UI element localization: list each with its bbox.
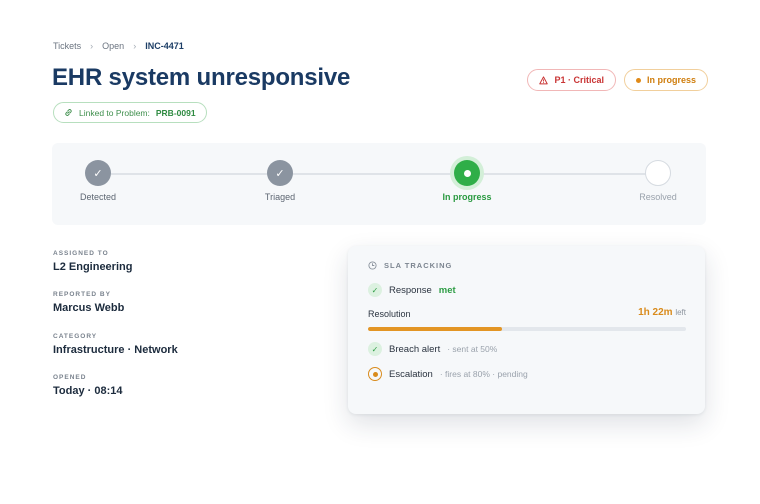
status-badge[interactable]: In progress bbox=[623, 69, 708, 91]
sla-resolution-label: Resolution bbox=[368, 309, 411, 319]
detail-key: CATEGORY bbox=[53, 333, 98, 340]
step-label: In progress bbox=[442, 192, 492, 202]
sla-breach-note: · sent at 50% bbox=[447, 344, 498, 354]
alert-triangle-icon bbox=[539, 75, 549, 84]
status-label: In progress bbox=[646, 75, 696, 85]
breadcrumb-tickets[interactable]: Tickets bbox=[53, 41, 81, 51]
linked-problem-chip[interactable]: Linked to Problem: PRB-0091 bbox=[53, 102, 207, 123]
pending-step-icon bbox=[645, 160, 671, 186]
pending-icon bbox=[368, 367, 382, 381]
detail-reported: REPORTED BY Marcus Webb bbox=[53, 291, 124, 314]
page-title: EHR system unresponsive bbox=[52, 64, 351, 91]
current-step-icon bbox=[454, 160, 480, 186]
chevron-right-icon: › bbox=[133, 41, 137, 51]
sla-tracking-card: SLA TRACKING ✓ Response met Resolution 1… bbox=[348, 246, 705, 414]
detail-value: L2 Engineering bbox=[53, 261, 133, 273]
status-badges: P1 · Critical In progress bbox=[527, 69, 708, 91]
progress-stepper: ✓ Detected ✓ Triaged In progress Resolve… bbox=[52, 143, 706, 225]
detail-key: REPORTED BY bbox=[53, 291, 111, 298]
step-resolved[interactable]: Resolved bbox=[608, 160, 708, 202]
status-dot-icon bbox=[635, 77, 641, 83]
check-icon: ✓ bbox=[267, 160, 293, 186]
detail-key: ASSIGNED TO bbox=[53, 250, 109, 257]
step-label: Detected bbox=[79, 192, 117, 202]
linked-problem-label: Linked to Problem: bbox=[79, 107, 150, 118]
step-label: Resolved bbox=[639, 192, 677, 202]
breadcrumb-current: INC-4471 bbox=[145, 41, 184, 51]
step-label: Triaged bbox=[264, 192, 296, 202]
sla-resolution-progress bbox=[368, 327, 686, 331]
check-icon: ✓ bbox=[85, 160, 111, 186]
priority-label: P1 · Critical bbox=[554, 75, 604, 85]
sla-escalation-label: Escalation bbox=[389, 368, 433, 380]
sla-time-remaining: 1h 22m bbox=[638, 307, 673, 318]
clock-icon bbox=[368, 261, 377, 270]
linked-problem-id: PRB-0091 bbox=[155, 107, 196, 118]
detail-opened: OPENED Today · 08:14 bbox=[53, 374, 123, 397]
sla-breach-label: Breach alert bbox=[389, 343, 441, 355]
sla-response-label: Response bbox=[389, 284, 432, 296]
sla-resolution-time: 1h 22m left bbox=[638, 307, 686, 318]
sla-breach-row: ✓ Breach alert · sent at 50% bbox=[368, 342, 497, 356]
sla-escalation-note: · fires at 80% · pending bbox=[439, 369, 528, 379]
sla-progress-fill bbox=[368, 327, 502, 331]
breadcrumb-open[interactable]: Open bbox=[102, 41, 124, 51]
sla-header: SLA TRACKING bbox=[368, 261, 452, 270]
sla-response-row: ✓ Response met bbox=[368, 283, 456, 297]
check-icon: ✓ bbox=[368, 283, 382, 297]
check-icon: ✓ bbox=[368, 342, 382, 356]
detail-value: Marcus Webb bbox=[53, 302, 125, 314]
detail-value: Infrastructure · Network bbox=[53, 344, 178, 356]
step-in-progress[interactable]: In progress bbox=[417, 160, 517, 202]
priority-badge[interactable]: P1 · Critical bbox=[527, 69, 616, 91]
sla-time-suffix: left bbox=[675, 308, 686, 317]
detail-assigned: ASSIGNED TO L2 Engineering bbox=[53, 250, 132, 273]
link-icon bbox=[65, 109, 72, 116]
step-triaged[interactable]: ✓ Triaged bbox=[230, 160, 330, 202]
detail-value: Today · 08:14 bbox=[53, 385, 123, 397]
detail-key: OPENED bbox=[53, 374, 87, 381]
step-detected[interactable]: ✓ Detected bbox=[48, 160, 148, 202]
breadcrumb: Tickets › Open › INC-4471 bbox=[53, 41, 184, 51]
detail-category: CATEGORY Infrastructure · Network bbox=[53, 333, 178, 356]
chevron-right-icon: › bbox=[90, 41, 94, 51]
sla-title: SLA TRACKING bbox=[384, 261, 453, 270]
sla-response-status: met bbox=[438, 284, 456, 296]
sla-escalation-row: Escalation · fires at 80% · pending bbox=[368, 367, 528, 381]
